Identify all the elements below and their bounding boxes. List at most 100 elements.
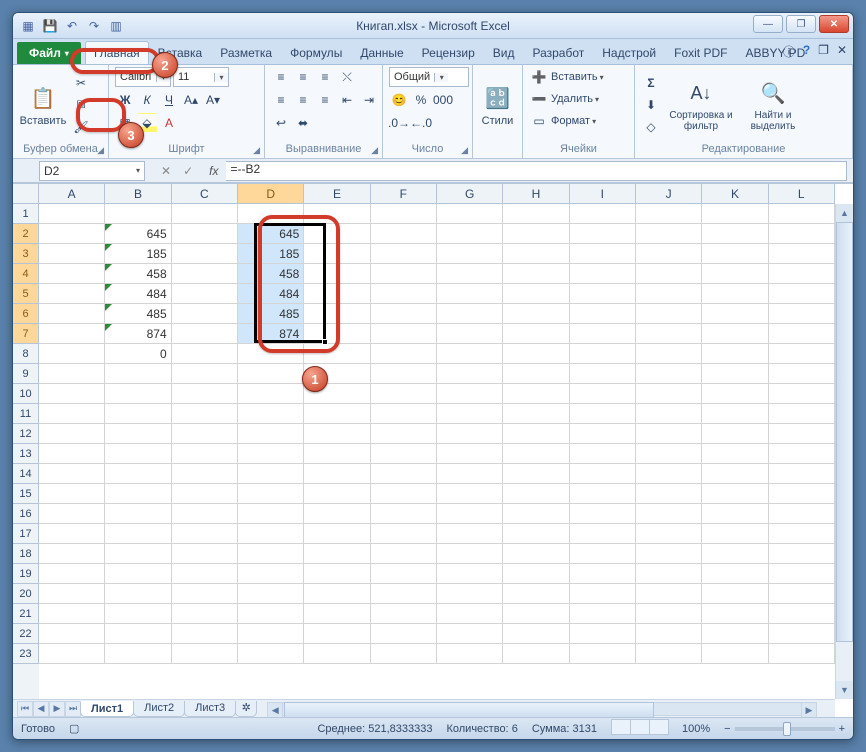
cell-A23[interactable] — [39, 644, 105, 664]
font-color-icon[interactable]: A — [159, 113, 179, 133]
cell-D11[interactable] — [238, 404, 304, 424]
cell-I15[interactable] — [570, 484, 636, 504]
cell-H9[interactable] — [503, 364, 569, 384]
cell-I11[interactable] — [570, 404, 636, 424]
tab-foxit[interactable]: Foxit PDF — [665, 41, 736, 64]
cell-D23[interactable] — [238, 644, 304, 664]
cell-H13[interactable] — [503, 444, 569, 464]
cell-L17[interactable] — [769, 524, 835, 544]
cell-F2[interactable] — [371, 224, 437, 244]
cell-H12[interactable] — [503, 424, 569, 444]
paste-button[interactable]: 📋 Вставить — [19, 83, 67, 127]
cell-K15[interactable] — [702, 484, 768, 504]
maximize-button[interactable]: ❐ — [786, 15, 816, 33]
cell-B17[interactable] — [105, 524, 171, 544]
save-icon[interactable]: 💾 — [41, 17, 59, 35]
orientation-icon[interactable]: ⤬ — [337, 67, 357, 87]
cell-E10[interactable] — [304, 384, 370, 404]
cell-J15[interactable] — [636, 484, 702, 504]
cell-E7[interactable] — [304, 324, 370, 344]
tab-formulas[interactable]: Формулы — [281, 41, 351, 64]
cell-I20[interactable] — [570, 584, 636, 604]
cell-G5[interactable] — [437, 284, 503, 304]
cell-C17[interactable] — [172, 524, 238, 544]
cell-J10[interactable] — [636, 384, 702, 404]
borders-icon[interactable]: ▦ — [115, 113, 135, 133]
cell-J20[interactable] — [636, 584, 702, 604]
cell-C11[interactable] — [172, 404, 238, 424]
cell-D5[interactable]: 484 — [238, 284, 304, 304]
cell-L23[interactable] — [769, 644, 835, 664]
cell-C12[interactable] — [172, 424, 238, 444]
row-header-4[interactable]: 4 — [13, 264, 39, 284]
qat-customize-icon[interactable]: ▥ — [107, 17, 125, 35]
cell-J14[interactable] — [636, 464, 702, 484]
formula-input[interactable]: =--B2 — [226, 161, 847, 181]
cell-E22[interactable] — [304, 624, 370, 644]
cell-G17[interactable] — [437, 524, 503, 544]
cell-H16[interactable] — [503, 504, 569, 524]
dialog-launcher-icon[interactable]: ◢ — [461, 145, 468, 156]
percent-icon[interactable]: % — [411, 90, 431, 110]
column-header-G[interactable]: G — [437, 184, 503, 203]
cell-D4[interactable]: 458 — [238, 264, 304, 284]
row-header-10[interactable]: 10 — [13, 384, 39, 404]
cell-D8[interactable] — [238, 344, 304, 364]
column-header-A[interactable]: A — [39, 184, 105, 203]
cell-F23[interactable] — [371, 644, 437, 664]
column-header-D[interactable]: D — [238, 184, 304, 203]
align-left-icon[interactable]: ≡ — [271, 90, 291, 110]
cell-A3[interactable] — [39, 244, 105, 264]
doc-close-icon[interactable]: ✕ — [837, 43, 847, 60]
cell-J8[interactable] — [636, 344, 702, 364]
cell-F5[interactable] — [371, 284, 437, 304]
cell-L2[interactable] — [769, 224, 835, 244]
row-header-9[interactable]: 9 — [13, 364, 39, 384]
wrap-text-icon[interactable]: ↩ — [271, 113, 291, 133]
cell-B14[interactable] — [105, 464, 171, 484]
align-right-icon[interactable]: ≡ — [315, 90, 335, 110]
cell-H18[interactable] — [503, 544, 569, 564]
font-name-combo[interactable]: Calibri▾ — [115, 67, 171, 87]
minimize-button[interactable]: — — [753, 15, 783, 33]
cell-F22[interactable] — [371, 624, 437, 644]
cell-B22[interactable] — [105, 624, 171, 644]
cell-K5[interactable] — [702, 284, 768, 304]
row-header-13[interactable]: 13 — [13, 444, 39, 464]
enter-formula-icon[interactable]: ✓ — [183, 164, 193, 178]
cell-K16[interactable] — [702, 504, 768, 524]
cell-K6[interactable] — [702, 304, 768, 324]
cell-L5[interactable] — [769, 284, 835, 304]
cell-L19[interactable] — [769, 564, 835, 584]
sort-filter-button[interactable]: A↓ Сортировка и фильтр — [665, 78, 737, 132]
cell-I2[interactable] — [570, 224, 636, 244]
cell-C9[interactable] — [172, 364, 238, 384]
cell-K23[interactable] — [702, 644, 768, 664]
cell-H5[interactable] — [503, 284, 569, 304]
cell-I4[interactable] — [570, 264, 636, 284]
find-select-button[interactable]: 🔍 Найти и выделить — [741, 78, 805, 132]
row-header-11[interactable]: 11 — [13, 404, 39, 424]
cell-B2[interactable]: 645 — [105, 224, 171, 244]
cell-E12[interactable] — [304, 424, 370, 444]
cell-L7[interactable] — [769, 324, 835, 344]
new-sheet-icon[interactable]: ✲ — [235, 701, 257, 717]
cell-K17[interactable] — [702, 524, 768, 544]
cell-D20[interactable] — [238, 584, 304, 604]
row-headers[interactable]: 1234567891011121314151617181920212223 — [13, 204, 39, 699]
cell-H1[interactable] — [503, 204, 569, 224]
cell-L22[interactable] — [769, 624, 835, 644]
cell-B15[interactable] — [105, 484, 171, 504]
cell-L18[interactable] — [769, 544, 835, 564]
cell-J7[interactable] — [636, 324, 702, 344]
cell-A14[interactable] — [39, 464, 105, 484]
cell-B4[interactable]: 458 — [105, 264, 171, 284]
column-header-K[interactable]: K — [702, 184, 768, 203]
cell-H11[interactable] — [503, 404, 569, 424]
cell-K14[interactable] — [702, 464, 768, 484]
cell-K19[interactable] — [702, 564, 768, 584]
cell-L12[interactable] — [769, 424, 835, 444]
cell-A18[interactable] — [39, 544, 105, 564]
column-header-H[interactable]: H — [503, 184, 569, 203]
cell-D13[interactable] — [238, 444, 304, 464]
